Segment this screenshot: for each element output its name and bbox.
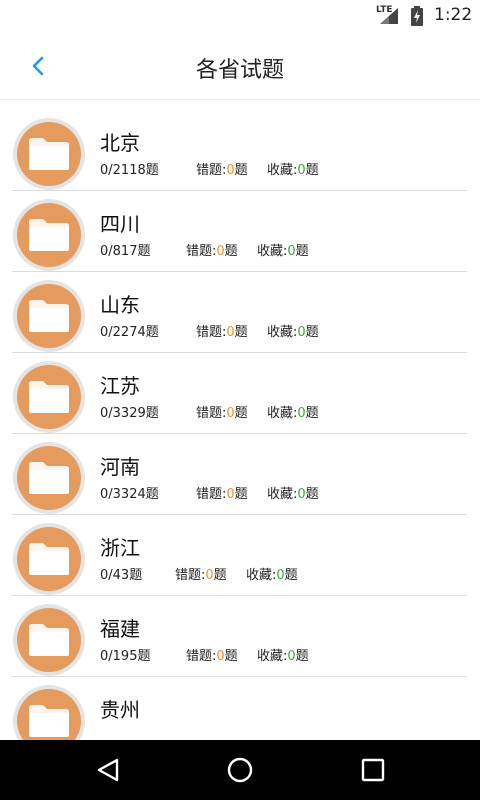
folder-avatar [13,280,85,352]
province-name: 北京 [100,131,140,155]
back-triangle-icon [97,758,119,782]
province-stats: 0/3329 题错题:0题 收藏:0题 [100,406,319,421]
nav-recents-button[interactable] [357,754,389,786]
folder-avatar [13,442,85,514]
province-name: 贵州 [100,698,140,722]
province-item-guizhou[interactable]: 贵州 [0,677,480,742]
clock: 1:22 [434,5,473,25]
folder-icon [29,624,69,656]
nav-home-button[interactable] [224,754,256,786]
province-name: 福建 [100,617,140,641]
navigation-bar [0,740,480,800]
folder-icon [29,543,69,575]
province-item-henan[interactable]: 河南 0/3324 题错题:0题 收藏:0题 [0,434,480,515]
nav-back-button[interactable] [92,754,124,786]
province-name: 四川 [100,212,140,236]
province-item-fujian[interactable]: 福建 0/195 题错题:0题 收藏:0题 [0,596,480,677]
province-item-sichuan[interactable]: 四川 0/817 题错题:0题 收藏:0题 [0,191,480,272]
signal-icon [380,8,398,24]
province-name: 河南 [100,455,140,479]
folder-icon [29,705,69,737]
province-stats: 0/195 题错题:0题 收藏:0题 [100,649,309,664]
folder-icon [29,138,69,170]
status-bar: LTE 1:22 [0,0,480,32]
province-list[interactable]: 北京 0/2118 题错题:0题 收藏:0题 四川 0/817 题错题:0题 收藏:… [0,110,480,742]
battery-charging-icon [411,6,423,26]
folder-avatar [13,118,85,190]
province-stats: 0/3324 题错题:0题 收藏:0题 [100,487,319,502]
folder-avatar [13,685,85,742]
province-item-beijing[interactable]: 北京 0/2118 题错题:0题 收藏:0题 [0,110,480,191]
province-name: 山东 [100,293,140,317]
recents-square-icon [361,758,385,782]
folder-avatar [13,604,85,676]
folder-avatar [13,361,85,433]
folder-avatar [13,523,85,595]
home-circle-icon [227,757,253,783]
folder-avatar [13,199,85,271]
province-stats: 0/2274 题错题:0题 收藏:0题 [100,325,319,340]
province-name: 浙江 [100,536,140,560]
province-item-shandong[interactable]: 山东 0/2274 题错题:0题 收藏:0题 [0,272,480,353]
province-stats: 0/43 题错题:0题 收藏:0题 [100,568,298,583]
province-stats: 0/817 题错题:0题 收藏:0题 [100,244,309,259]
folder-icon [29,462,69,494]
folder-icon [29,381,69,413]
page-title: 各省试题 [195,58,284,83]
province-stats: 0/2118 题错题:0题 收藏:0题 [100,163,319,178]
province-item-zhejiang[interactable]: 浙江 0/43 题错题:0题 收藏:0题 [0,515,480,596]
province-item-jiangsu[interactable]: 江苏 0/3329 题错题:0题 收藏:0题 [0,353,480,434]
app-bar: 各省试题 [0,32,480,100]
folder-icon [29,300,69,332]
province-name: 江苏 [100,374,140,398]
folder-icon [29,219,69,251]
